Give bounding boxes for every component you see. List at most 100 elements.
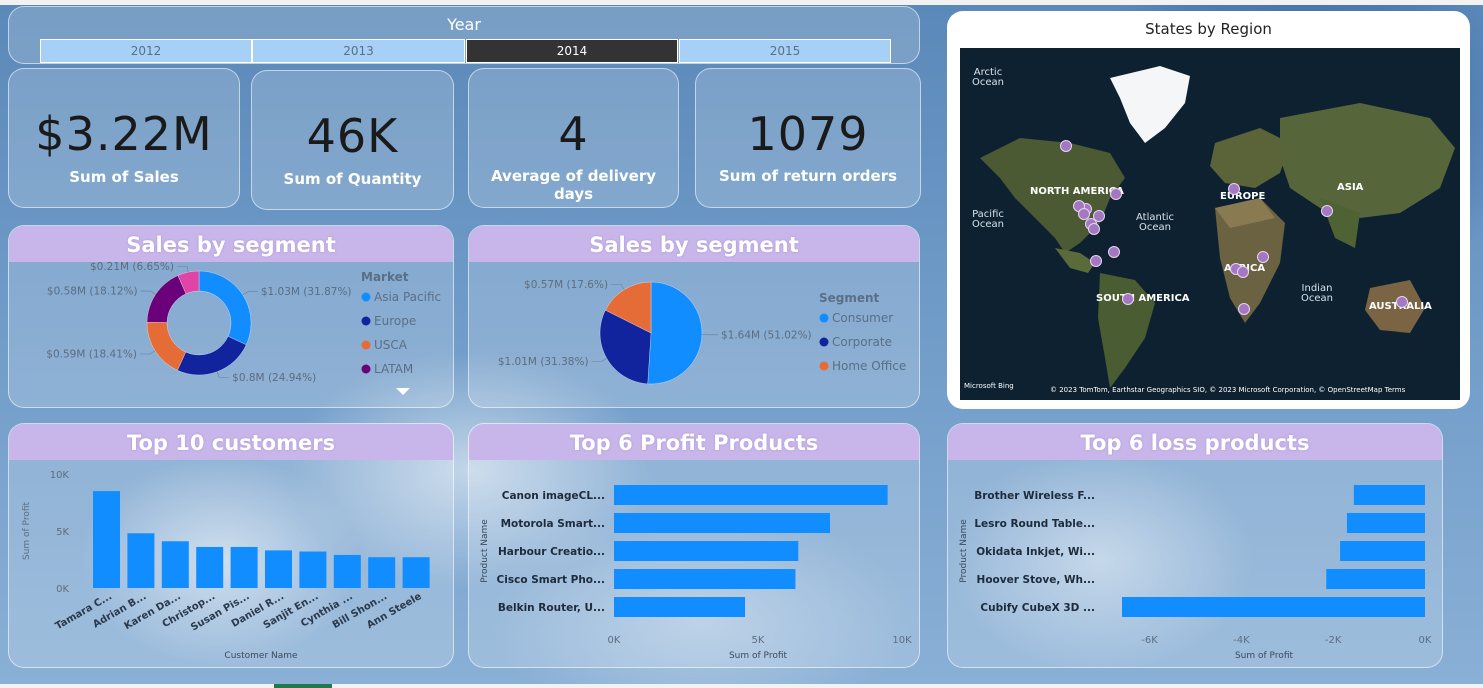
y-tick-label: Okidata Inkjet, Wi... <box>976 546 1095 558</box>
data-label: $0.57M (17.6%) <box>524 279 608 291</box>
legend-item[interactable]: Consumer <box>832 311 893 325</box>
legend-swatch <box>819 361 829 371</box>
y-tick-label: 10K <box>50 470 70 481</box>
map-point[interactable] <box>1228 183 1240 195</box>
sales-by-market-visual[interactable]: Sales by segment $1.03M (31.87%) $0.8M (2… <box>8 225 454 408</box>
kpi-card-sales[interactable]: $3.22M Sum of Sales <box>8 68 240 208</box>
bar[interactable] <box>93 491 120 588</box>
legend-title: Market <box>361 270 409 284</box>
world-map[interactable]: Arctic Ocean Pacific Ocean Atlantic Ocea… <box>960 48 1460 400</box>
data-label-leader <box>216 371 230 378</box>
y-tick-label: Belkin Router, U... <box>498 602 605 614</box>
legend-item[interactable]: USCA <box>374 338 408 352</box>
y-tick-label: Hoover Stove, Wh... <box>977 574 1095 586</box>
map-point[interactable] <box>1396 296 1408 308</box>
map-visual[interactable]: States by Region Arctic Ocean Pacific Oc… <box>947 11 1470 409</box>
kpi-card-delivery-days[interactable]: 4 Average of delivery days <box>468 68 679 208</box>
legend-item[interactable]: LATAM <box>374 362 413 376</box>
map-point[interactable] <box>1321 205 1333 217</box>
map-region-label: ASIA <box>1337 182 1364 193</box>
map-point[interactable] <box>1110 188 1122 200</box>
map-point[interactable] <box>1237 266 1249 278</box>
loss-products-chart[interactable]: Brother Wireless F... Lesro Round Table..… <box>948 424 1442 667</box>
legend-item[interactable]: Corporate <box>832 335 892 349</box>
kpi-card-return-orders[interactable]: 1079 Sum of return orders <box>695 68 921 208</box>
kpi-card-quantity[interactable]: 46K Sum of Quantity <box>251 70 454 210</box>
bar[interactable] <box>265 550 292 588</box>
top-edge <box>0 0 1483 5</box>
year-option-2015[interactable]: 2015 <box>679 39 891 63</box>
top-customers-visual[interactable]: Top 10 customers 0K 5K 10K Sum of Profit Tam… <box>8 423 454 668</box>
bar[interactable] <box>614 541 799 561</box>
data-label-leader <box>242 291 258 296</box>
legend-item[interactable]: Asia Pacific <box>374 290 441 304</box>
bar[interactable] <box>1353 485 1425 505</box>
legend-swatch <box>361 292 371 302</box>
x-axis-title: Sum of Profit <box>1235 651 1294 661</box>
legend-swatch <box>819 337 829 347</box>
segment-pie-chart[interactable]: $1.64M (51.02%) $1.01M (31.38%) $0.57M (17… <box>469 226 919 407</box>
top-loss-products-visual[interactable]: Top 6 loss products Brother Wireless F..… <box>947 423 1443 668</box>
map-point[interactable] <box>1238 303 1250 315</box>
year-option-2013[interactable]: 2013 <box>252 39 465 63</box>
bar[interactable] <box>161 541 189 588</box>
kpi-value: 1079 <box>747 107 869 161</box>
y-tick-label: Brother Wireless F... <box>974 490 1095 502</box>
x-axis-title: Sum of Profit <box>729 651 788 661</box>
bar[interactable] <box>230 546 258 588</box>
pie-slice[interactable] <box>177 336 247 376</box>
data-label: $1.01M (31.38%) <box>498 356 589 368</box>
bar[interactable] <box>333 554 361 588</box>
profit-products-chart[interactable]: Canon imageCL... Motorola Smart... Harbour… <box>469 424 919 667</box>
map-point[interactable] <box>1257 251 1269 263</box>
bar[interactable] <box>368 557 396 588</box>
bar[interactable] <box>1340 541 1425 561</box>
kpi-label: Sum of return orders <box>718 167 898 185</box>
bar[interactable] <box>127 533 155 588</box>
bar[interactable] <box>614 485 888 505</box>
legend-item[interactable]: Europe <box>374 314 416 328</box>
map-point[interactable] <box>1122 293 1134 305</box>
legend-scroll-down-icon[interactable] <box>396 388 410 395</box>
map-point[interactable] <box>1088 223 1100 235</box>
bar[interactable] <box>614 597 746 617</box>
top-profit-products-visual[interactable]: Top 6 Profit Products Canon imageCL... Mo… <box>468 423 920 668</box>
legend-swatch <box>819 313 829 323</box>
x-tick-label: -6K <box>1141 635 1158 646</box>
kpi-value: 46K <box>306 109 399 163</box>
pie-slice[interactable] <box>146 275 187 323</box>
data-label-leader <box>139 350 156 355</box>
y-tick-label: Cisco Smart Pho... <box>497 574 605 586</box>
bar[interactable] <box>196 546 224 588</box>
bar[interactable] <box>1346 513 1425 533</box>
bar[interactable] <box>614 569 796 589</box>
year-option-2014[interactable]: 2014 <box>466 39 678 63</box>
bar[interactable] <box>299 551 327 588</box>
legend-item[interactable]: Home Office <box>832 359 906 373</box>
bar[interactable] <box>1122 597 1425 617</box>
sales-by-segment-visual[interactable]: Sales by segment $1.64M (51.02%) $1.01M (… <box>468 225 920 408</box>
pie-slice[interactable] <box>146 322 187 371</box>
x-axis-title: Customer Name <box>224 651 298 661</box>
map-point[interactable] <box>1090 255 1102 267</box>
active-page-tab[interactable] <box>274 684 332 688</box>
pie-slice[interactable] <box>647 281 703 385</box>
kpi-label: Sum of Quantity <box>283 170 422 188</box>
top-customers-chart[interactable]: 0K5K10KSum of ProfitTamara C...Adrian B.… <box>9 424 453 667</box>
map-point[interactable] <box>1060 140 1072 152</box>
y-tick-label: 5K <box>56 527 69 538</box>
bar[interactable] <box>402 557 430 588</box>
bar[interactable] <box>1326 569 1425 589</box>
data-label: $0.59M (18.41%) <box>46 349 137 361</box>
map-copyright[interactable]: © 2023 TomTom, Earthstar Geographics SIO… <box>1050 386 1405 394</box>
map-background <box>960 48 1460 400</box>
legend-title: Segment <box>819 291 880 305</box>
map-point[interactable] <box>1108 246 1120 258</box>
bar[interactable] <box>614 513 830 533</box>
legend-swatch <box>361 340 371 350</box>
pie-slice[interactable] <box>198 270 252 346</box>
x-tick-label: 0K <box>1419 635 1432 646</box>
market-pie-chart[interactable]: $1.03M (31.87%) $0.8M (24.94%) $0.59M (18.… <box>9 226 453 407</box>
year-option-2012[interactable]: 2012 <box>40 39 252 63</box>
x-tick-label: Tamara C... <box>54 591 114 632</box>
